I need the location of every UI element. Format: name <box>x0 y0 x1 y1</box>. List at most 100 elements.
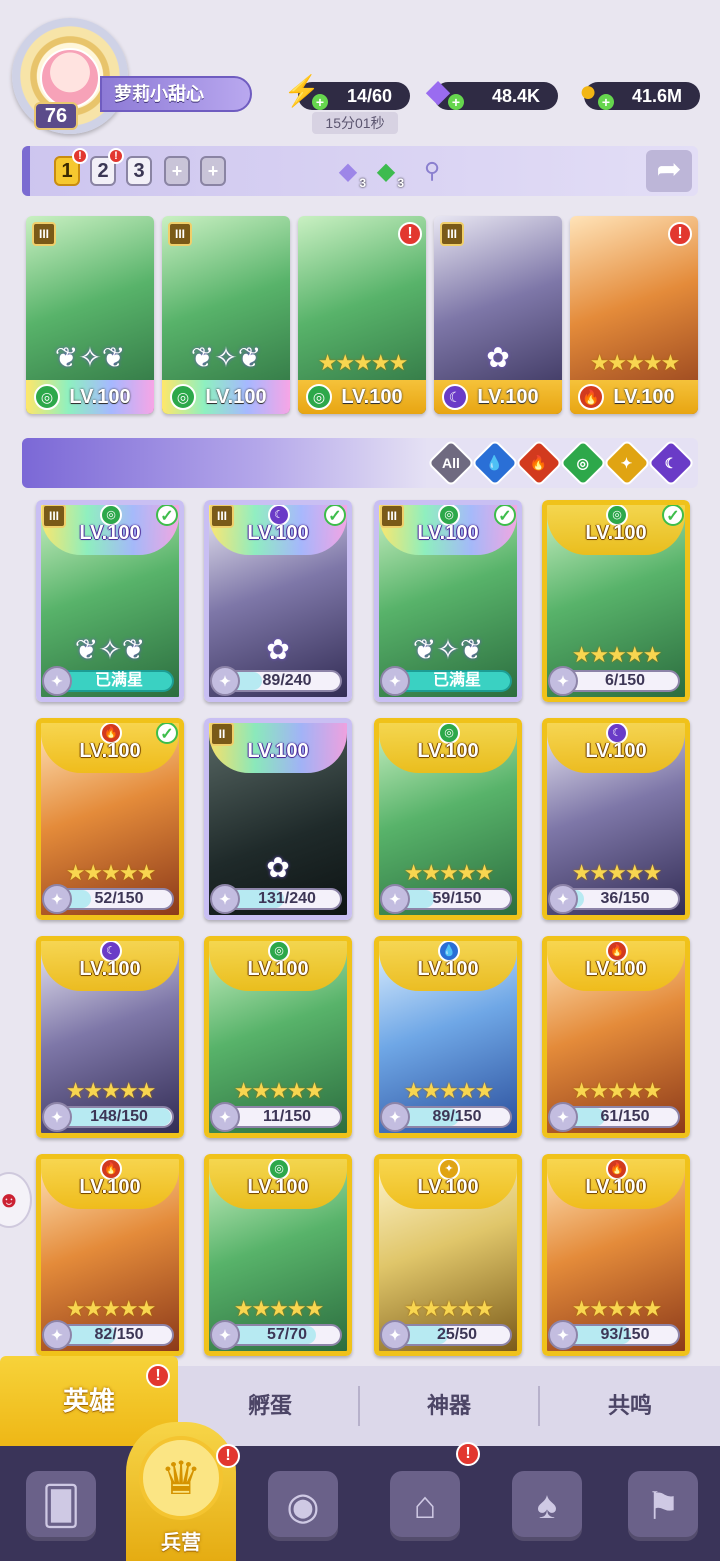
fire-element-icon: 🔥 <box>578 384 604 410</box>
nav-barracks[interactable]: ♛ 兵营 <box>126 1422 236 1561</box>
avatar-portrait <box>40 48 100 108</box>
map-book-icon: ◉ <box>268 1471 338 1541</box>
shard-progress-text: 89/240 <box>262 672 312 689</box>
hero-card[interactable]: II LV.100 ✿ ✦ 131/240 <box>204 718 352 920</box>
hero-card[interactable]: ◎ LV.100 ★★★★★ ✦ 59/150 <box>374 718 522 920</box>
subtab-resonance[interactable]: 共鸣 <box>540 1366 720 1446</box>
team-tab-3[interactable]: 3 <box>126 156 152 186</box>
star-flower-icon: ✿ <box>266 634 290 665</box>
wings-icon: ❦✧❦ <box>190 342 262 373</box>
shard-progress: ✦ 82/150 <box>42 1320 174 1350</box>
player-name[interactable]: 萝莉小甜心 <box>100 76 252 112</box>
hero-level: LV.100 <box>79 522 141 544</box>
hero-level: LV.100 <box>247 740 309 762</box>
hero-card[interactable]: 🔥 LV.100 ★★★★★ ✦ 82/150 <box>36 1154 184 1356</box>
rank-badge: III <box>32 222 56 246</box>
green-crystal-icon: ◆ 3 <box>376 157 404 191</box>
team-hero-card[interactable]: III ✿ LV.100 ☾ <box>434 216 562 414</box>
shard-progress: ✦ 59/150 <box>380 884 512 914</box>
gold-counter[interactable]: ● + 41.6M <box>579 77 700 110</box>
shard-progress-text: 已满星 <box>94 672 143 689</box>
castle-icon: ⌂ <box>390 1471 460 1541</box>
nav-castle[interactable]: ⌂ <box>370 1456 480 1556</box>
alert-badge-icon: ! <box>108 148 124 164</box>
floating-helper-avatar[interactable]: ☻ <box>0 1172 32 1228</box>
hero-level: LV.100 <box>417 958 479 980</box>
shard-progress: ✦ 36/150 <box>548 884 680 914</box>
wings-icon: ❦✧❦ <box>412 634 484 665</box>
hero-level: LV.100 <box>417 740 479 762</box>
hero-level: LV.100 <box>585 958 647 980</box>
shard-progress: ✦ 89/150 <box>380 1102 512 1132</box>
star-flower-icon: ✿ <box>486 342 510 373</box>
star-rating: ★★★★★ <box>571 860 663 885</box>
hero-level: LV.100 <box>79 1176 141 1198</box>
energy-value: 14/60 <box>346 86 392 106</box>
nav-mushroom-house[interactable]: ♠ <box>492 1456 602 1556</box>
purple-crystal-icon: ◆ 3 <box>338 157 366 191</box>
team-hero-card[interactable]: III ❦✧❦ LV.100 ◎ <box>26 216 154 414</box>
shard-progress-text: 82/150 <box>94 1326 144 1343</box>
cards-icon: 🂠 <box>26 1471 96 1541</box>
energy-counter[interactable]: ⚡ + 14/60 <box>283 77 410 110</box>
shard-progress: ✦ 89/240 <box>210 666 342 696</box>
team-tab-add[interactable]: + <box>164 156 190 186</box>
rank-badge: III <box>440 222 464 246</box>
add-gold-icon[interactable]: + <box>598 94 614 110</box>
alert-badge-icon: ! <box>146 1364 170 1388</box>
shard-progress: ✦ 148/150 <box>42 1102 174 1132</box>
team-hero-card[interactable]: III ❦✧❦ LV.100 ◎ <box>162 216 290 414</box>
star-rating: ★★★★★ <box>233 1078 325 1103</box>
star-rating: ★★★★★ <box>403 1078 495 1103</box>
alert-badge-icon: ! <box>72 148 88 164</box>
hero-card[interactable]: ☾ LV.100 ★★★★★ ✦ 36/150 <box>542 718 690 920</box>
shard-progress: ✦ 25/50 <box>380 1320 512 1350</box>
hero-card[interactable]: ◎ III ✓ LV.100 ❦✧❦ ✦ 已满星 <box>374 500 522 702</box>
shard-progress-text: 93/150 <box>600 1326 650 1343</box>
nav-map[interactable]: ◉ <box>248 1456 358 1556</box>
hero-level: LV.100 <box>585 522 647 544</box>
green-crystal-count: 3 <box>397 176 404 190</box>
shard-progress: ✦ 11/150 <box>210 1102 342 1132</box>
hero-card[interactable]: ☾ LV.100 ★★★★★ ✦ 148/150 <box>36 936 184 1138</box>
hero-level: LV.100 <box>247 1176 309 1198</box>
shard-progress-text: 11/150 <box>262 1108 312 1125</box>
star-rating: ★★★★★ <box>65 860 157 885</box>
team-tab-add[interactable]: + <box>200 156 226 186</box>
star-rating: ★★★★★ <box>65 1296 157 1321</box>
hero-card[interactable]: 🔥 LV.100 ★★★★★ ✦ 61/150 <box>542 936 690 1138</box>
subtab-artifacts[interactable]: 神器 <box>360 1366 538 1446</box>
gem-counter[interactable]: ◆ + 48.4K <box>426 77 558 110</box>
star-flower-icon: ✿ <box>266 852 290 883</box>
guild-banner-icon: ⚑ <box>628 1471 698 1541</box>
nav-guild[interactable]: ⚑ <box>608 1456 718 1556</box>
magnifier-icon[interactable]: ⚲ <box>416 154 448 188</box>
hero-card[interactable]: ◎ III ✓ LV.100 ❦✧❦ ✦ 已满星 <box>36 500 184 702</box>
energy-timer: 15分01秒 <box>312 112 398 134</box>
star-rating: ★★★★★ <box>403 1296 495 1321</box>
share-arrow-icon: ➦ <box>656 153 682 186</box>
nav-cards[interactable]: 🂠 <box>6 1456 116 1556</box>
share-button[interactable]: ➦ <box>646 150 692 192</box>
shard-progress-text: 已满星 <box>432 672 481 689</box>
hero-card[interactable]: ◎ LV.100 ★★★★★ ✦ 57/70 <box>204 1154 352 1356</box>
wings-icon: ❦✧❦ <box>54 342 126 373</box>
hero-card[interactable]: ◎ LV.100 ★★★★★ ✦ 11/150 <box>204 936 352 1138</box>
add-gem-icon[interactable]: + <box>448 94 464 110</box>
wind-element-icon: ◎ <box>34 384 60 410</box>
wind-element-icon: ◎ <box>306 384 332 410</box>
hero-card[interactable]: 🔥 LV.100 ★★★★★ ✦ 93/150 <box>542 1154 690 1356</box>
add-energy-icon[interactable]: + <box>312 94 328 110</box>
hero-card[interactable]: ☾ III ✓ LV.100 ✿ ✦ 89/240 <box>204 500 352 702</box>
hero-card[interactable]: 🔥 ✓ LV.100 ★★★★★ ✦ 52/150 <box>36 718 184 920</box>
shard-progress-text: 61/150 <box>600 1108 650 1125</box>
shard-progress: ✦ 93/150 <box>548 1320 680 1350</box>
hero-level: LV.100 <box>417 1176 479 1198</box>
hero-card[interactable]: ◎ ✓ LV.100 ★★★★★ ✦ 6/150 <box>542 500 690 702</box>
shard-progress-text: 25/50 <box>436 1326 478 1343</box>
shard-progress: ✦ 已满星 <box>380 666 512 696</box>
hero-card[interactable]: 💧 LV.100 ★★★★★ ✦ 89/150 <box>374 936 522 1138</box>
shard-progress-text: 59/150 <box>432 890 482 907</box>
hero-level: LV.100 <box>79 740 141 762</box>
hero-card[interactable]: ✦ LV.100 ★★★★★ ✦ 25/50 <box>374 1154 522 1356</box>
